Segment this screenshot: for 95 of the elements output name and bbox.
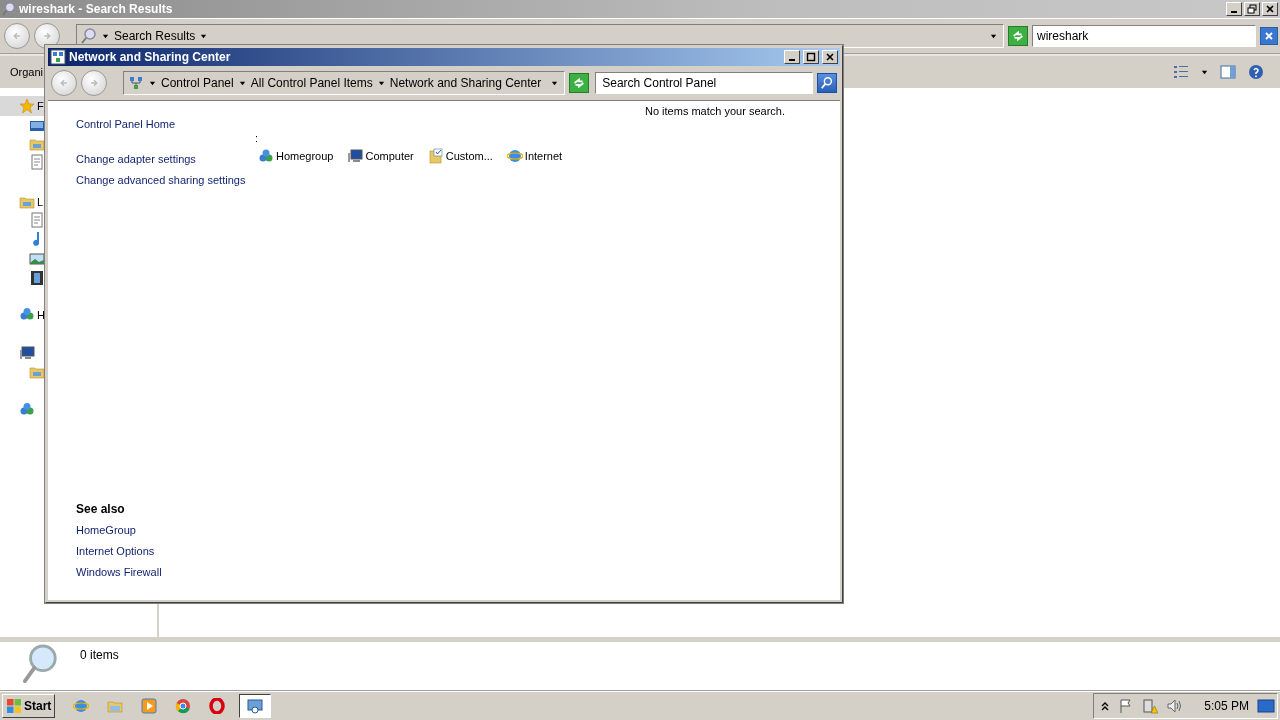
opera-icon: [209, 698, 226, 714]
monitor-icon[interactable]: [29, 118, 45, 134]
show-hidden-icons-button[interactable]: [1100, 700, 1111, 712]
magnifier-icon: [81, 28, 97, 44]
minimize-button[interactable]: [784, 50, 800, 64]
result-item[interactable]: Custom...: [445, 150, 493, 162]
close-icon: [1265, 4, 1275, 14]
search-field[interactable]: Search Control Panel: [595, 72, 813, 94]
navigation-item[interactable]: F: [37, 100, 44, 112]
breadcrumb-item[interactable]: Search Results: [114, 29, 196, 43]
caret-icon[interactable]: [377, 79, 385, 87]
taskbar-button[interactable]: [239, 694, 272, 718]
restore-button[interactable]: [1244, 2, 1260, 16]
restore-icon: [1247, 4, 1257, 14]
refresh-icon: [572, 76, 587, 90]
clear-search-button[interactable]: [1260, 27, 1278, 45]
back-button[interactable]: [4, 23, 30, 49]
breadcrumb-item[interactable]: Network and Sharing Center: [389, 76, 542, 90]
refresh-button[interactable]: [569, 73, 590, 93]
search-icon: [820, 76, 834, 90]
close-icon: [1264, 31, 1274, 41]
caret-icon[interactable]: [238, 79, 246, 87]
caret-icon[interactable]: [102, 32, 109, 40]
image-icon[interactable]: [29, 251, 45, 267]
folder-icon[interactable]: [29, 364, 45, 380]
navigation-item[interactable]: L: [37, 196, 44, 208]
minimize-button[interactable]: [1226, 2, 1242, 16]
search-field[interactable]: wireshark: [1032, 25, 1256, 47]
computer-icon[interactable]: [19, 345, 35, 361]
network-icon: [50, 49, 66, 65]
speaker-icon[interactable]: [1166, 698, 1183, 714]
dropdown-icon[interactable]: [990, 32, 997, 40]
clock[interactable]: 5:05 PM: [1204, 699, 1249, 713]
dropdown-icon[interactable]: [1201, 68, 1208, 76]
maximize-button[interactable]: [803, 50, 819, 64]
computer-icon: [347, 148, 364, 164]
magnifier-icon: [22, 643, 60, 685]
breadcrumb-item[interactable]: All Control Panel Items: [250, 76, 373, 90]
breadcrumb-item[interactable]: Control Panel: [161, 76, 234, 90]
windows-logo-icon: [6, 698, 22, 714]
magnifier-icon: [2, 2, 16, 16]
back-button[interactable]: [51, 70, 77, 96]
help-icon[interactable]: [1248, 64, 1264, 80]
network-warning-icon[interactable]: [1142, 698, 1159, 714]
caret-icon[interactable]: [200, 32, 208, 40]
film-icon[interactable]: [29, 270, 45, 286]
link[interactable]: Windows Firewall: [76, 565, 162, 579]
navigation-item[interactable]: H: [37, 309, 45, 321]
result-item[interactable]: Internet: [524, 150, 563, 162]
organize-menu[interactable]: Organi: [10, 66, 44, 78]
start-button[interactable]: Start: [2, 694, 56, 718]
folder-icon: [107, 698, 124, 714]
document-icon[interactable]: [29, 212, 45, 228]
link[interactable]: Change adapter settings: [76, 152, 196, 166]
close-icon: [825, 52, 835, 62]
folder-icon[interactable]: [19, 194, 35, 210]
folder-icon: [427, 148, 444, 164]
link[interactable]: HomeGroup: [76, 523, 136, 537]
refresh-icon: [1011, 29, 1025, 43]
star-icon[interactable]: [19, 98, 35, 114]
folder-icon[interactable]: [29, 136, 45, 152]
link[interactable]: Control Panel Home: [76, 117, 176, 131]
browser-icon: [506, 148, 523, 164]
close-button[interactable]: [1262, 2, 1278, 16]
views-icon[interactable]: [1173, 64, 1189, 80]
network-icon: [128, 75, 144, 91]
link[interactable]: Change advanced sharing settings: [76, 173, 246, 187]
label: :: [255, 132, 259, 144]
window-title: wireshark - Search Results: [19, 2, 174, 16]
section-heading: See also: [76, 502, 125, 516]
refresh-button[interactable]: [1008, 26, 1028, 46]
play-icon: [141, 698, 158, 714]
no-results-message: No items match your search.: [645, 105, 785, 117]
caret-icon[interactable]: [149, 79, 156, 87]
chrome-icon: [175, 698, 192, 714]
search-button[interactable]: [817, 73, 837, 93]
forward-button[interactable]: [81, 70, 107, 96]
close-button[interactable]: [822, 50, 838, 64]
network-icon: [247, 698, 264, 714]
forward-button[interactable]: [34, 23, 60, 49]
window-title: Network and Sharing Center: [69, 50, 231, 64]
address-bar[interactable]: Control Panel All Control Panel Items Network and Sharing Center: [123, 71, 566, 95]
show-desktop-icon[interactable]: [1257, 698, 1275, 714]
browser-icon: [73, 698, 90, 714]
network-icon: [258, 148, 274, 164]
maximize-icon: [806, 52, 816, 62]
result-item[interactable]: Homegroup: [276, 150, 334, 162]
dropdown-icon[interactable]: [551, 79, 559, 87]
document-icon[interactable]: [29, 154, 45, 170]
minimize-icon: [789, 59, 795, 61]
item-count: 0 items: [80, 648, 119, 662]
link[interactable]: Internet Options: [76, 544, 155, 558]
result-item[interactable]: Computer: [365, 150, 414, 162]
minimize-icon: [1231, 11, 1237, 13]
preview-pane-icon[interactable]: [1220, 64, 1236, 80]
